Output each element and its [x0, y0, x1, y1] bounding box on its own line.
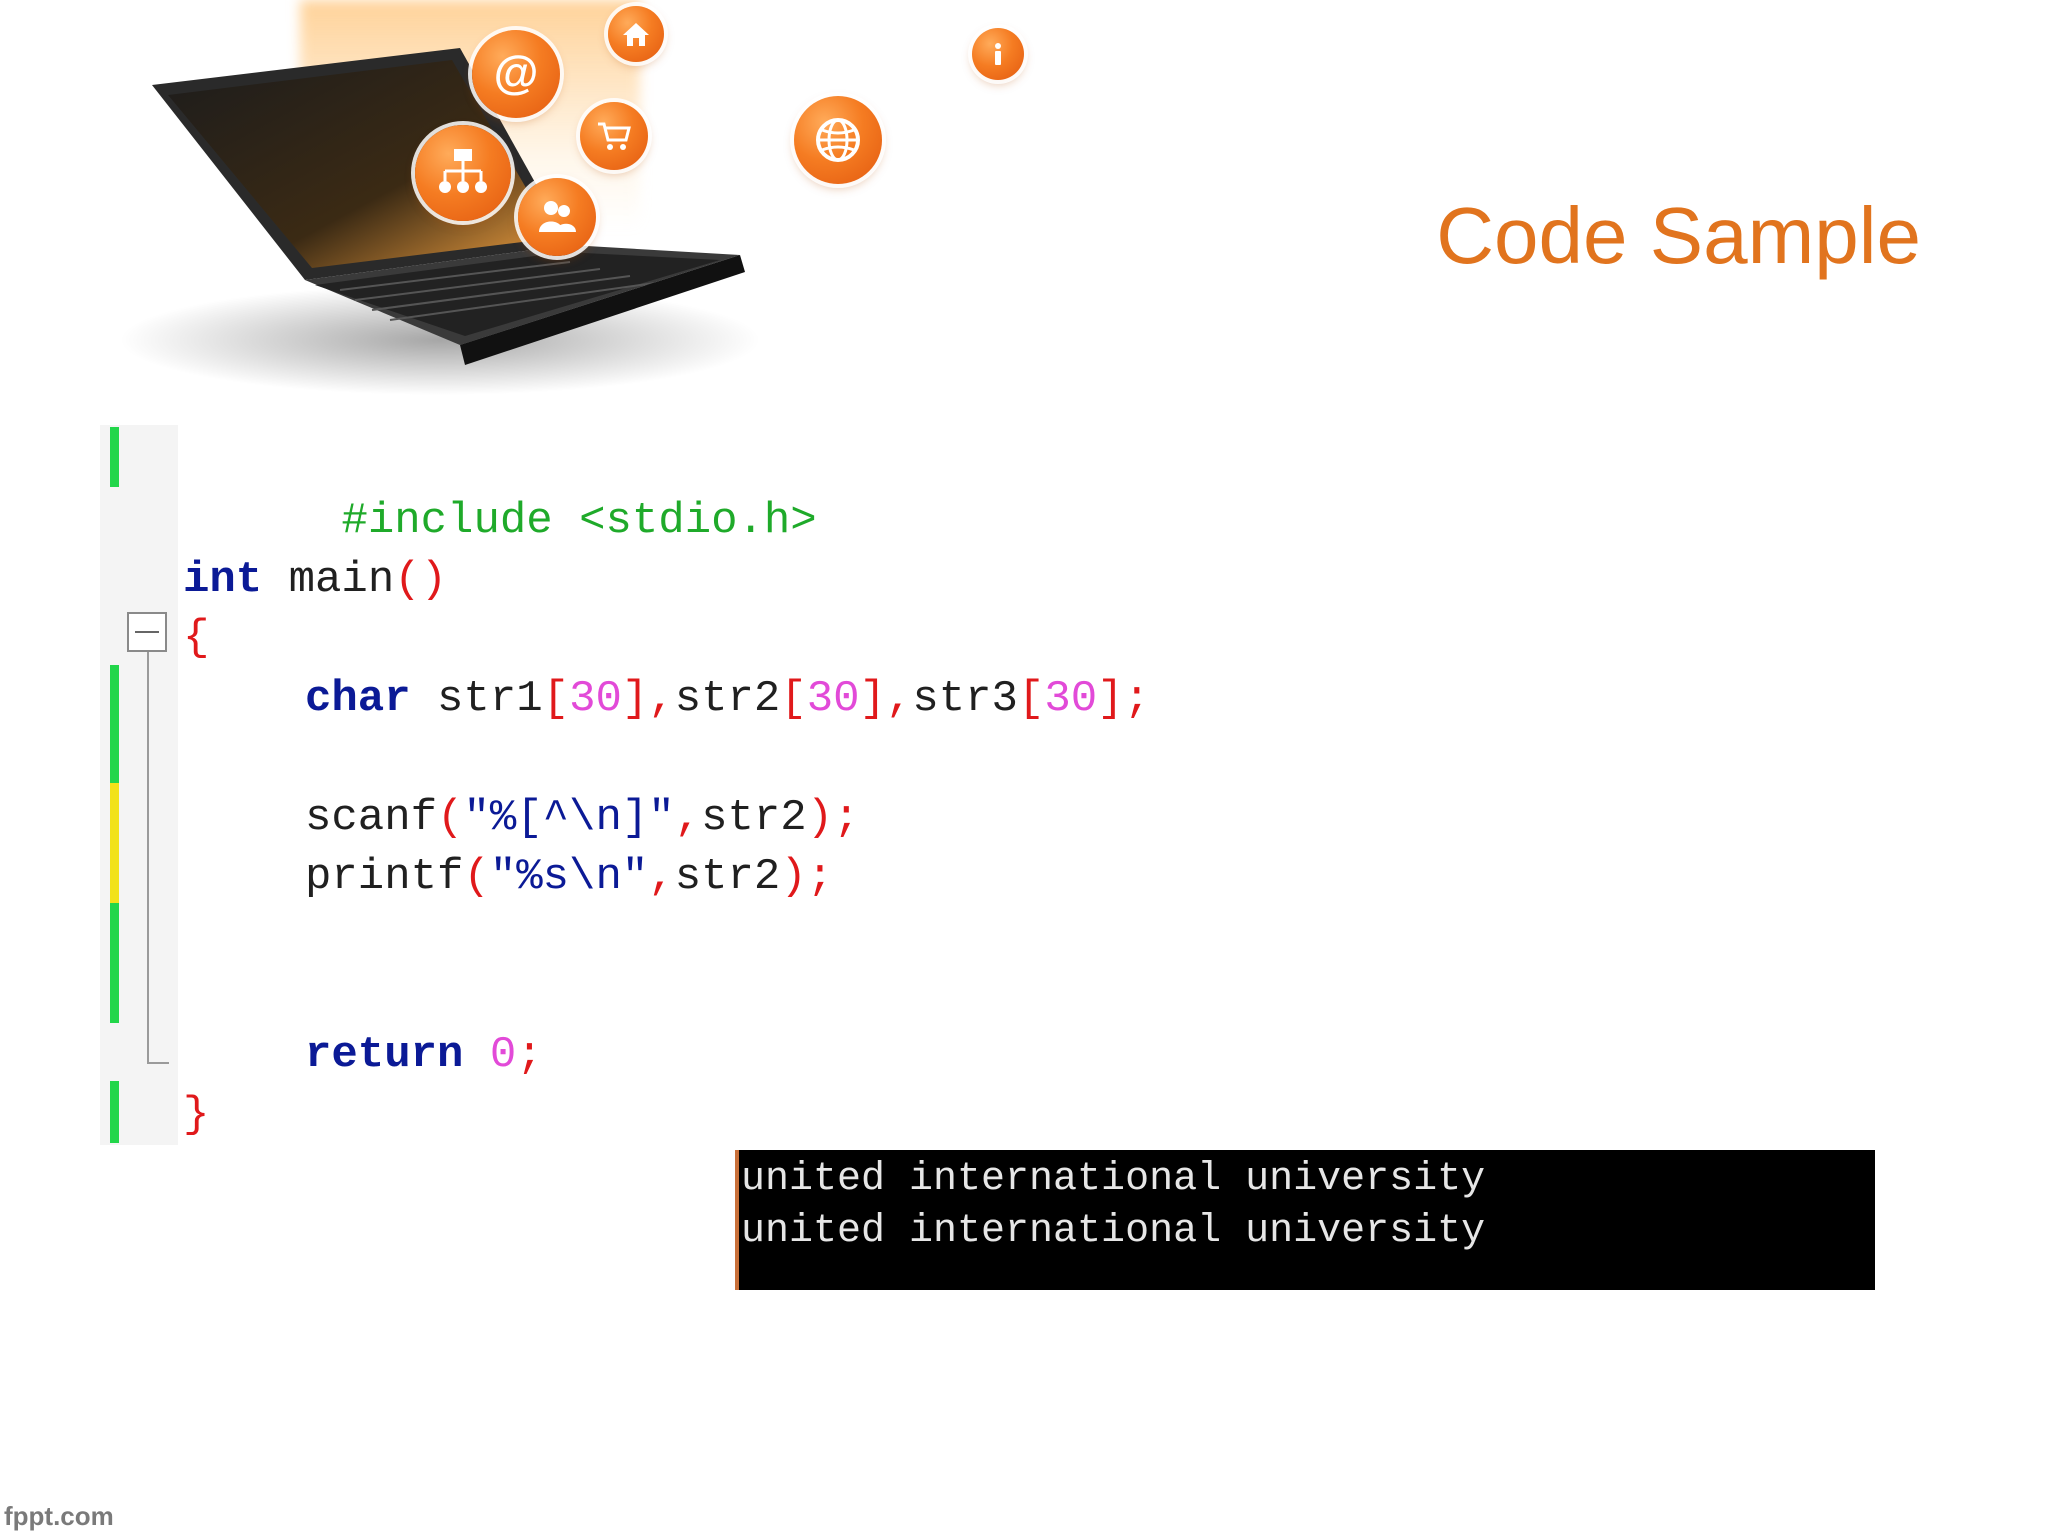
punctuation: [: [1017, 674, 1045, 724]
console-output: united international university united i…: [735, 1150, 1875, 1290]
fold-guide-end: [147, 1062, 169, 1064]
punctuation: [: [542, 674, 570, 724]
punctuation: (: [463, 852, 490, 902]
info-icon: [972, 28, 1024, 80]
number-literal: 30: [806, 674, 860, 724]
sitemap-icon: [415, 125, 511, 221]
identifier: str1: [410, 674, 543, 724]
svg-text:@: @: [494, 46, 539, 98]
preprocessor-directive: #include <stdio.h>: [341, 496, 817, 546]
slide-title: Code Sample: [1436, 191, 1921, 280]
code-line-8: }: [183, 1085, 209, 1145]
punctuation: ];: [1097, 674, 1150, 724]
shopping-cart-icon: [580, 102, 648, 170]
identifier: str3: [912, 674, 1018, 724]
globe-icon: [794, 96, 882, 184]
fold-toggle-button[interactable]: [127, 612, 167, 652]
close-brace: }: [183, 1090, 210, 1140]
code-line-4: char str1[30],str2[30],str3[30];: [305, 669, 1150, 729]
string-literal: "%[^\n]": [463, 793, 675, 843]
watermark-text: fppt.com: [4, 1501, 114, 1531]
code-line-2: int main(): [183, 550, 447, 610]
identifier: str2: [674, 852, 781, 902]
code-line-6: printf("%s\n",str2);: [305, 847, 833, 907]
identifier: main: [262, 555, 395, 605]
hero-illustration: @: [0, 0, 1100, 400]
at-sign-icon: @: [472, 30, 560, 118]
open-brace: {: [183, 613, 210, 663]
keyword: int: [183, 555, 263, 605]
punctuation: ,: [648, 852, 675, 902]
change-marker-saved: [110, 903, 119, 1023]
console-line-1: united international university: [741, 1157, 1486, 1202]
punctuation: );: [806, 793, 860, 843]
punctuation: );: [780, 852, 834, 902]
identifier: str2: [674, 674, 781, 724]
change-marker-saved: [110, 427, 119, 487]
keyword: return: [305, 1030, 464, 1080]
console-line-2: united international university: [741, 1209, 1486, 1254]
punctuation: (): [394, 555, 448, 605]
change-marker-saved: [110, 1081, 119, 1143]
fold-guide-line: [147, 652, 149, 1062]
code-line-5: scanf("%[^\n]",str2);: [305, 788, 860, 848]
users-icon: [518, 178, 596, 256]
punctuation: ],: [621, 674, 675, 724]
number-literal: 30: [1044, 674, 1098, 724]
change-marker-unsaved: [110, 783, 119, 903]
editor-gutter: [100, 425, 178, 1145]
punctuation: (: [437, 793, 464, 843]
string-literal: "%s\n": [489, 852, 649, 902]
change-marker-saved: [110, 665, 119, 783]
function-name: printf: [305, 852, 464, 902]
punctuation: ],: [859, 674, 913, 724]
punctuation: ,: [674, 793, 702, 843]
number-literal: 30: [569, 674, 622, 724]
punctuation: [: [780, 674, 807, 724]
number-literal: 0: [463, 1030, 517, 1080]
code-line-7: return 0;: [305, 1025, 543, 1085]
code-line-3: {: [183, 608, 209, 668]
punctuation: ;: [516, 1030, 543, 1080]
home-icon: [608, 6, 664, 62]
keyword: char: [305, 674, 411, 724]
laptop-icon: [120, 48, 760, 395]
function-name: scanf: [305, 793, 438, 843]
identifier: str2: [701, 793, 807, 843]
code-editor: #include <stdio.h> int main() { char str…: [100, 425, 1300, 1145]
